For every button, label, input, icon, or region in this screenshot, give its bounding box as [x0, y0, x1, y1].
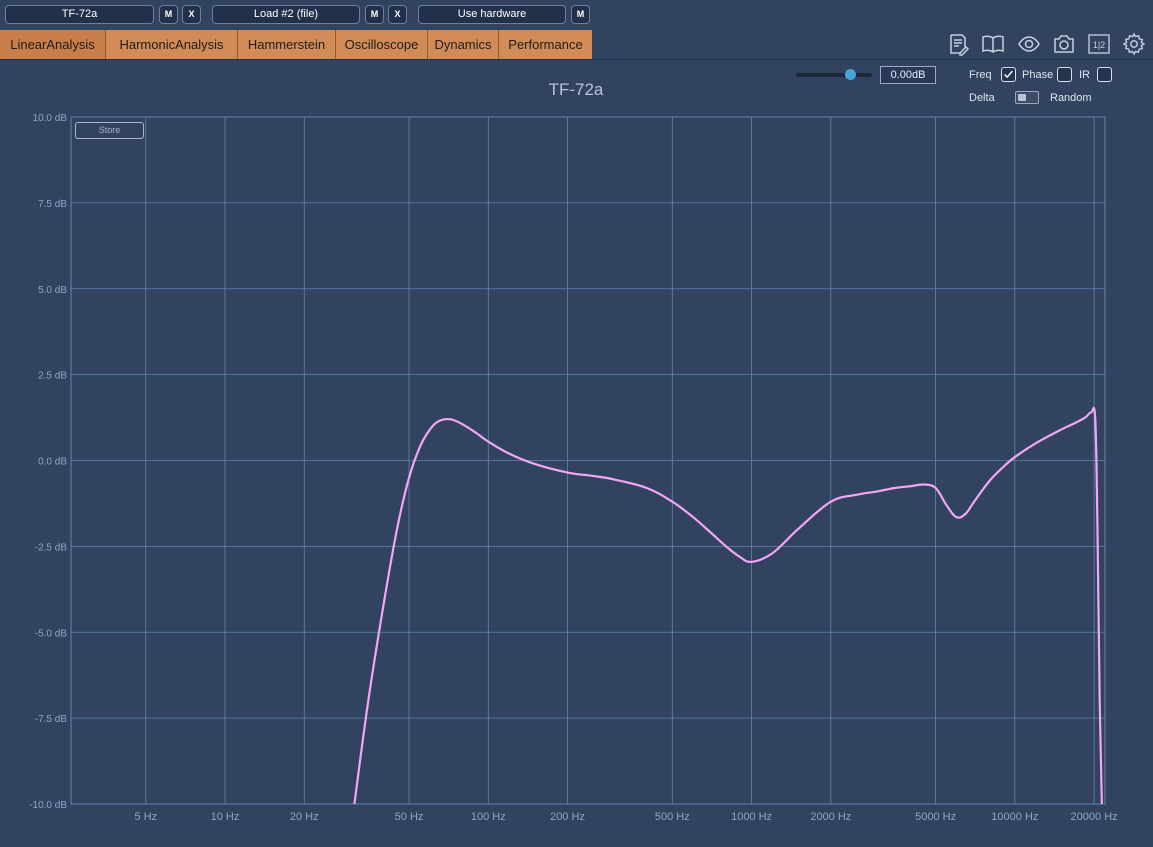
x-tick-label: 20000 Hz: [1071, 811, 1118, 823]
y-tick-label: -10.0 dB: [29, 800, 67, 811]
x-tick-label: 5 Hz: [134, 811, 157, 823]
phase-checkbox[interactable]: [1057, 67, 1072, 82]
chart-title: TF-72a: [549, 80, 604, 99]
x-tick-label: 10 Hz: [211, 811, 240, 823]
gain-value-field[interactable]: 0.00dB: [880, 66, 936, 84]
x-tick-label: 200 Hz: [550, 811, 585, 823]
y-tick-label: -7.5 dB: [35, 714, 68, 725]
y-tick-label: 10.0 dB: [33, 113, 68, 124]
delta-label: Delta: [969, 92, 995, 104]
x-tick-label: 2000 Hz: [810, 811, 851, 823]
x-tick-label: 50 Hz: [395, 811, 424, 823]
y-tick-label: 2.5 dB: [38, 371, 67, 382]
y-tick-label: 0.0 dB: [38, 457, 67, 468]
y-tick-label: -5.0 dB: [35, 628, 68, 639]
store-button[interactable]: Store: [75, 122, 144, 139]
x-tick-label: 500 Hz: [655, 811, 690, 823]
phase-label: Phase: [1022, 69, 1054, 81]
chart-ticks: 10.0 dB 7.5 dB 5.0 dB 2.5 dB 0.0 dB -2.5 dB -5…: [29, 113, 1117, 823]
x-tick-label: 100 Hz: [471, 811, 506, 823]
x-tick-label: 10000 Hz: [991, 811, 1038, 823]
freq-checkbox[interactable]: [1001, 67, 1016, 82]
y-tick-label: 5.0 dB: [38, 285, 67, 296]
x-tick-label: 20 Hz: [290, 811, 319, 823]
check-icon: [1004, 70, 1013, 79]
x-tick-label: 1000 Hz: [731, 811, 772, 823]
random-label: Random: [1050, 92, 1092, 104]
chart-curves: [353, 406, 1103, 804]
chart-grid: [70, 116, 1106, 805]
y-tick-label: 7.5 dB: [38, 199, 67, 210]
delta-random-toggle[interactable]: [1015, 91, 1039, 104]
ir-checkbox[interactable]: [1097, 67, 1112, 82]
frequency-response-curve: [353, 406, 1103, 804]
frequency-response-chart: 10.0 dB 7.5 dB 5.0 dB 2.5 dB 0.0 dB -2.5 dB -5…: [29, 80, 1117, 823]
x-tick-label: 5000 Hz: [915, 811, 956, 823]
ir-label: IR: [1079, 69, 1090, 81]
gain-slider-track[interactable]: [796, 73, 872, 77]
freq-label: Freq: [969, 69, 992, 81]
y-tick-label: -2.5 dB: [35, 542, 68, 553]
